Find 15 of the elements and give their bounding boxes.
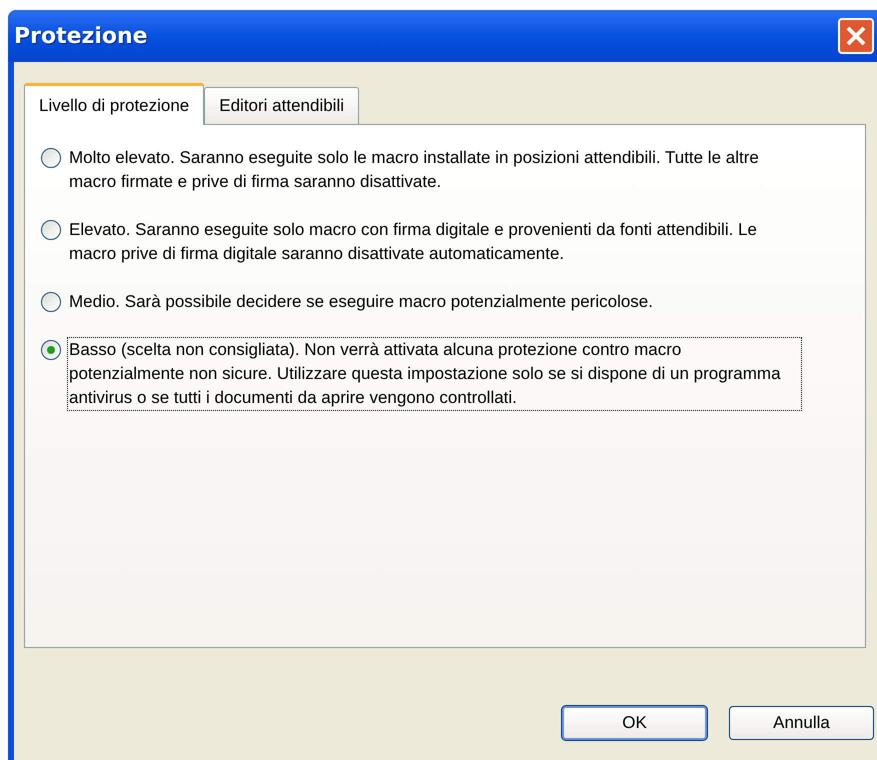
radio-button[interactable] [41, 340, 61, 360]
radio-button[interactable] [41, 220, 61, 240]
close-icon [845, 25, 867, 47]
tab[interactable]: Livello di protezione [24, 83, 204, 125]
option-label: Medio. Sarà possibile decidere se eseguire macro potenzialmente pericolose. [68, 291, 654, 313]
option-label: Molto elevato. Saranno eseguite solo le macro installate in posizioni attendibili. Tutte le altre macro firmate e prive di firma saranno disattivate. [68, 147, 760, 193]
radio-button[interactable] [41, 292, 61, 312]
dialog-button[interactable]: OK [562, 706, 707, 740]
tab[interactable]: Editori attendibili [204, 87, 360, 124]
dialog-button[interactable]: Annulla [729, 706, 874, 740]
option-label: Basso (scelta non consigliata). Non verrà attivata alcuna protezione contro macro potenzialmente non sicure. Utilizzare questa impostazione solo se si dispone di un programma antivirus o se tutti i documenti da aprire vengono controllati. [67, 337, 802, 411]
radio-button[interactable] [41, 148, 61, 168]
option-label: Elevato. Saranno eseguite solo macro con firma digitale e provenienti da fonti attendibili. Le macro prive di firma digitale saranno disattivate automaticamente. [68, 219, 758, 265]
window-title: Protezione [14, 22, 148, 50]
close-button[interactable] [838, 18, 874, 54]
